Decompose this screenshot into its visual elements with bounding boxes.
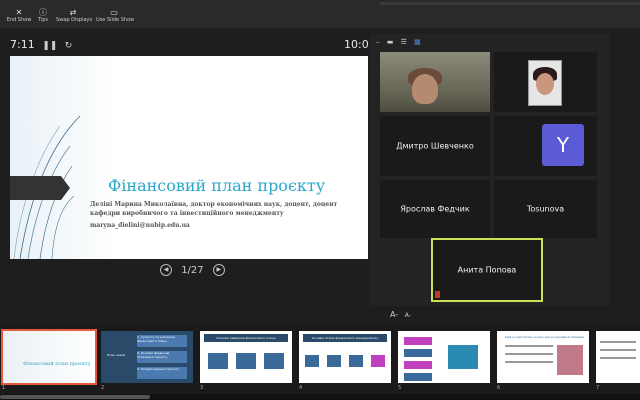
slide-title: Фінансовий план проєкту	[108, 176, 326, 195]
window-bar	[380, 2, 640, 5]
participant-name: Ярослав Федчик	[400, 204, 470, 214]
gallery-controls: – ▬ ☰ ▦	[376, 38, 426, 46]
slide-thumbnail-1[interactable]: Фінансовий план проєкту	[1, 329, 97, 385]
pause-icon[interactable]: ❚❚	[42, 41, 57, 51]
thumbnail-number: 1	[2, 385, 6, 391]
thumbnail-item: 1. Сутність та значення фінансового план…	[137, 335, 187, 347]
close-icon: ✕	[15, 8, 23, 17]
decrease-font-button[interactable]: A-	[405, 312, 411, 319]
participant-tile-4[interactable]: Y	[494, 116, 597, 176]
thumbnail-number: 4	[299, 385, 303, 391]
presenter-toolbar: ✕ End Show ⓘ Tips ⇄ Swap Displays ▭ Use …	[0, 0, 640, 28]
swap-displays-button[interactable]: ⇄ Swap Displays	[56, 8, 93, 28]
slide-email: maryna_dielini@nubip.edu.ua	[90, 222, 190, 229]
use-slide-show-label: Use Slide Show	[96, 17, 135, 23]
muted-mic-icon	[435, 291, 440, 298]
thumbnail-number: 6	[497, 385, 501, 391]
thumbnail-title: Фінансовий план проєкту	[23, 361, 91, 367]
slide-counter: 1/27	[181, 264, 204, 276]
thumbnail-title: Цей розділ бізнес-плану має розкривати п…	[505, 335, 584, 339]
use-slide-show-button[interactable]: ▭ Use Slide Show	[96, 8, 135, 28]
info-icon: ⓘ	[39, 8, 47, 17]
swap-displays-label: Swap Displays	[56, 17, 93, 23]
minimize-icon[interactable]: –	[376, 38, 380, 46]
restart-icon[interactable]: ↻	[65, 41, 73, 51]
tips-label: Tips	[37, 17, 49, 23]
participant-video-2[interactable]	[494, 52, 597, 112]
increase-font-button[interactable]: A-	[390, 310, 398, 319]
previous-slide-icon[interactable]: ◀	[160, 264, 172, 276]
thumbnail-number: 7	[596, 385, 600, 391]
slideshow-icon: ▭	[110, 8, 118, 17]
participant-tile-active-speaker[interactable]: Анита Попова	[431, 238, 543, 302]
thumbnail-number: 5	[398, 385, 402, 391]
thumbnail-number: 2	[101, 385, 105, 391]
list-view-icon[interactable]: ☰	[401, 38, 407, 46]
thumbnail-item: 2. Основні фінансові показники проєкту	[137, 351, 187, 363]
thumbnail-scrollbar-thumb[interactable]	[0, 395, 150, 399]
participant-tile-5[interactable]: Ярослав Федчик	[380, 180, 490, 238]
video-gallery-panel: – ▬ ☰ ▦ Дмитро Шевченко Y Ярослав Федчик…	[370, 34, 610, 306]
thumbnail-title: Основні завдання фінансового плану	[204, 334, 288, 342]
slide-author: Деліні Марина Миколаївна, доктор економі…	[90, 201, 338, 217]
participant-avatar: Y	[542, 124, 584, 166]
participant-tile-3[interactable]: Дмитро Шевченко	[380, 116, 490, 176]
slide-thumbnail-strip: Фінансовий план проєкту 1 План лекції 1.…	[0, 326, 640, 400]
grid-view-icon[interactable]: ▦	[414, 38, 421, 46]
presentation-timer: 7:11 ❚❚ ↻	[10, 38, 72, 51]
tips-button[interactable]: ⓘ Tips	[36, 8, 50, 28]
participant-video-1[interactable]	[380, 52, 490, 112]
strip-view-icon[interactable]: ▬	[387, 38, 394, 46]
participant-name: Tosunova	[526, 204, 565, 214]
participant-name: Анита Попова	[457, 265, 517, 275]
end-show-label: End Show	[6, 17, 32, 23]
slide-thumbnail-5[interactable]	[398, 331, 490, 383]
font-size-controls: A- A-	[390, 310, 411, 319]
slide-thumbnail-3[interactable]: Основні завдання фінансового плану	[200, 331, 292, 383]
slide-thumbnail-2[interactable]: План лекції 1. Сутність та значення фіна…	[101, 331, 193, 383]
thumbnail-item: 3. Оподаткування проєкту	[137, 367, 187, 379]
clock: 10:0	[344, 38, 369, 51]
thumbnail-label: План лекції	[107, 353, 126, 357]
thumbnail-number: 3	[200, 385, 204, 391]
participant-video-feed	[528, 60, 562, 106]
slide-thumbnail-7[interactable]	[596, 331, 640, 383]
slide-thumbnail-4[interactable]: Основні етапи фінансового менеджменту	[299, 331, 391, 383]
slide-navigation: ◀ 1/27 ▶	[160, 264, 225, 278]
swap-icon: ⇄	[69, 8, 77, 17]
thumbnail-title: Основні етапи фінансового менеджменту	[303, 334, 387, 342]
participant-video-feed	[380, 52, 490, 112]
slide-thumbnail-6[interactable]: Цей розділ бізнес-плану має розкривати п…	[497, 331, 589, 383]
timer-text: 7:11	[10, 38, 35, 51]
participant-name: Дмитро Шевченко	[396, 141, 474, 151]
participant-tile-6[interactable]: Tosunova	[494, 180, 597, 238]
next-slide-icon[interactable]: ▶	[212, 264, 225, 276]
end-show-button[interactable]: ✕ End Show	[6, 8, 32, 28]
slide-arrow-shape	[10, 176, 70, 200]
current-slide: Фінансовий план проєкту Деліні Марина Ми…	[10, 56, 368, 259]
